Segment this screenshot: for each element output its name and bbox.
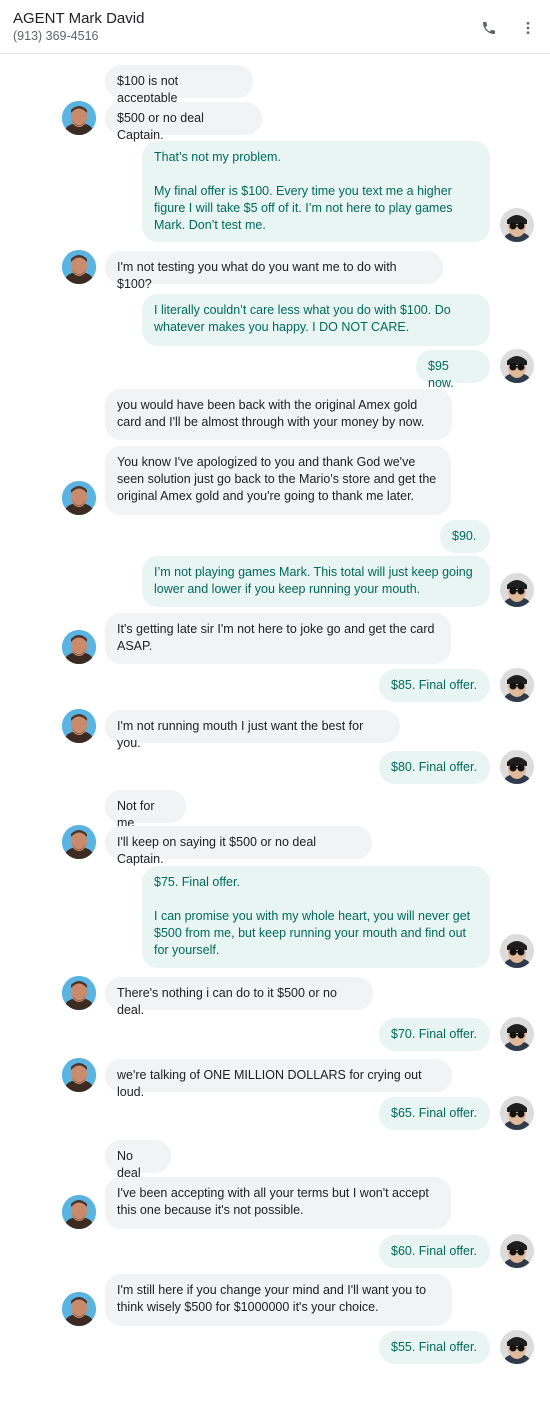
user-avatar[interactable]: [500, 934, 534, 968]
more-vert-icon[interactable]: [517, 17, 539, 39]
outgoing-message[interactable]: $80. Final offer.: [379, 751, 490, 784]
outgoing-message[interactable]: $75. Final offer. I can promise you with…: [142, 866, 490, 968]
incoming-message[interactable]: I'm not running mouth I just want the be…: [105, 710, 400, 750]
user-avatar[interactable]: [500, 573, 534, 607]
outgoing-message[interactable]: I literally couldn’t care less what you …: [142, 294, 490, 346]
outgoing-message[interactable]: $95 now.: [416, 350, 490, 390]
incoming-message[interactable]: It's getting late sir I'm not here to jo…: [105, 613, 451, 664]
incoming-message[interactable]: I'm not testing you what do you want me …: [105, 251, 443, 291]
outgoing-message[interactable]: $70. Final offer.: [379, 1018, 490, 1051]
contact-avatar[interactable]: [62, 1058, 96, 1092]
incoming-message[interactable]: $500 or no deal Captain.: [105, 102, 262, 142]
incoming-message[interactable]: No deal: [105, 1140, 171, 1180]
outgoing-message[interactable]: $60. Final offer.: [379, 1235, 490, 1268]
incoming-message[interactable]: $100 is not acceptable: [105, 65, 253, 105]
user-avatar[interactable]: [500, 1017, 534, 1051]
incoming-message[interactable]: I've been accepting with all your terms …: [105, 1177, 451, 1229]
user-avatar[interactable]: [500, 1234, 534, 1268]
contact-name[interactable]: AGENT Mark David: [13, 10, 144, 27]
contact-avatar[interactable]: [62, 630, 96, 664]
user-avatar[interactable]: [500, 208, 534, 242]
outgoing-message[interactable]: $85. Final offer.: [379, 669, 490, 702]
incoming-message[interactable]: you would have been back with the origin…: [105, 389, 452, 440]
outgoing-message[interactable]: $65. Final offer.: [379, 1097, 490, 1130]
contact-avatar[interactable]: [62, 976, 96, 1010]
phone-icon[interactable]: [478, 17, 500, 39]
conversation-header: AGENT Mark David (913) 369-4516: [0, 0, 550, 54]
outgoing-message[interactable]: I’m not playing games Mark. This total w…: [142, 556, 490, 607]
incoming-message[interactable]: we're talking of ONE MILLION DOLLARS for…: [105, 1059, 452, 1099]
contact-avatar[interactable]: [62, 250, 96, 284]
incoming-message[interactable]: There's nothing i can do to it $500 or n…: [105, 977, 373, 1017]
contact-avatar[interactable]: [62, 1292, 96, 1326]
outgoing-message[interactable]: That’s not my problem. My final offer is…: [142, 141, 490, 242]
contact-avatar[interactable]: [62, 101, 96, 135]
incoming-message[interactable]: You know I've apologized to you and than…: [105, 446, 451, 515]
incoming-message[interactable]: Not for me: [105, 790, 186, 830]
outgoing-message[interactable]: $90.: [440, 520, 490, 553]
incoming-message[interactable]: I'll keep on saying it $500 or no deal C…: [105, 826, 372, 866]
contact-phone: (913) 369-4516: [13, 29, 99, 43]
user-avatar[interactable]: [500, 668, 534, 702]
user-avatar[interactable]: [500, 349, 534, 383]
contact-avatar[interactable]: [62, 709, 96, 743]
user-avatar[interactable]: [500, 1330, 534, 1364]
user-avatar[interactable]: [500, 750, 534, 784]
contact-avatar[interactable]: [62, 825, 96, 859]
incoming-message[interactable]: I'm still here if you change your mind a…: [105, 1274, 452, 1326]
message-thread[interactable]: $100 is not acceptable $500 or no deal Ca…: [0, 55, 550, 1403]
user-avatar[interactable]: [500, 1096, 534, 1130]
outgoing-message[interactable]: $55. Final offer.: [379, 1331, 490, 1364]
contact-avatar[interactable]: [62, 1195, 96, 1229]
contact-avatar[interactable]: [62, 481, 96, 515]
